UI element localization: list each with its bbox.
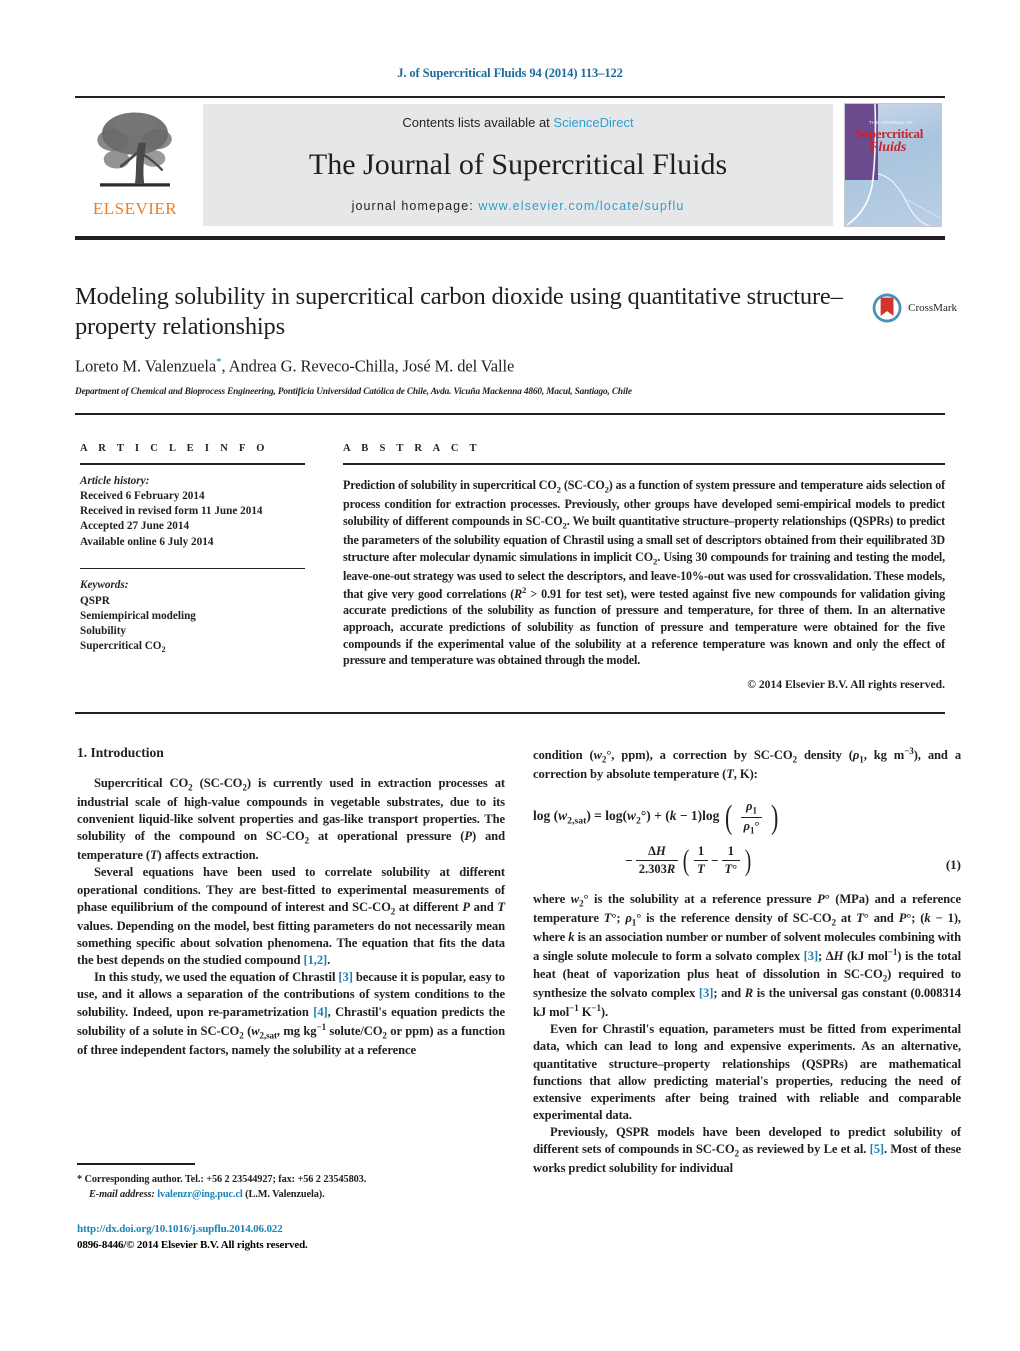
journal-cover-thumbnail[interactable]: THE JOURNAL OF Supercritical Fluids xyxy=(844,103,942,227)
fraction-denominator: ρ1° xyxy=(740,816,763,835)
fraction-denominator: 2.303R xyxy=(635,860,679,877)
running-head: J. of Supercritical Fluids 94 (2014) 113… xyxy=(397,66,623,80)
footnote-corresponding-line: * Corresponding author. Tel.: +56 2 2354… xyxy=(77,1173,367,1185)
keywords-label: Keywords: xyxy=(80,579,129,592)
abstract-copyright: © 2014 Elsevier B.V. All rights reserved… xyxy=(747,677,945,691)
elsevier-wordmark: ELSEVIER xyxy=(92,199,178,218)
abstract-column: A B S T R A C T Prediction of solubility… xyxy=(343,443,945,691)
body-paragraph: Previously, QSPR models have been develo… xyxy=(533,1125,961,1176)
section-heading-introduction: 1. Introduction xyxy=(77,745,164,760)
equation-minus-sign: − xyxy=(625,852,633,868)
fraction-denominator: T° xyxy=(721,860,741,877)
article-history-label: Article history: xyxy=(80,474,150,487)
equation-line-1: log (w2,sat) = log(w2°) + (k − 1)log ( ρ… xyxy=(533,799,961,835)
paren-close-icon: ) xyxy=(770,798,779,836)
crossmark-label: CrossMark xyxy=(908,302,957,314)
article-history-group: Article history: Received 6 February 201… xyxy=(80,474,305,550)
email-owner: (L.M. Valenzuela). xyxy=(245,1188,325,1200)
issn-copyright-line: 0896-8446/© 2014 Elsevier B.V. All right… xyxy=(77,1238,308,1251)
contents-prefix: Contents lists available at xyxy=(402,115,554,130)
history-item: Accepted 27 June 2014 xyxy=(80,520,190,533)
elsevier-logo-block: ELSEVIER xyxy=(75,104,195,226)
body-column-right: condition (w2°, ppm), a correction by SC… xyxy=(533,745,961,1178)
abstract-rule xyxy=(343,463,945,465)
keywords-group: Keywords: QSPR Semiempirical modeling So… xyxy=(80,578,305,656)
paren-open-icon: ( xyxy=(724,798,733,836)
rule-under-abstract xyxy=(75,712,945,714)
history-item: Available online 6 July 2014 xyxy=(80,535,214,548)
abstract-heading: A B S T R A C T xyxy=(343,443,481,454)
doi-block: http://dx.doi.org/10.1016/j.supflu.2014.… xyxy=(77,1222,505,1254)
journal-band: Contents lists available at ScienceDirec… xyxy=(203,104,833,226)
journal-title: The Journal of Supercritical Fluids xyxy=(308,147,728,181)
rule-under-title xyxy=(75,413,945,415)
fraction-denominator: T xyxy=(694,860,708,877)
keywords-rule xyxy=(80,567,305,570)
author-list: Loreto M. Valenzuela*, Andrea G. Reveco-… xyxy=(75,356,515,376)
article-info-rule xyxy=(80,463,305,465)
body-paragraph: Several equations have been used to corr… xyxy=(77,865,505,968)
abstract-text: Prediction of solubility in supercritica… xyxy=(343,477,946,668)
fraction-numerator: ρ1 xyxy=(746,799,757,816)
footnote-email-line: E-mail address: lvalenzr@ing.puc.cl (L.M… xyxy=(77,1188,505,1203)
journal-homepage-link[interactable]: www.elsevier.com/locate/supflu xyxy=(478,199,684,213)
history-item: Received 6 February 2014 xyxy=(80,489,205,502)
doi-link[interactable]: http://dx.doi.org/10.1016/j.supflu.2014.… xyxy=(77,1222,505,1238)
cover-line3: Fluids xyxy=(869,140,907,155)
keyword-item: QSPR xyxy=(80,594,110,607)
page-title: Modeling solubility in supercritical car… xyxy=(75,283,843,341)
article-info-heading: A R T I C L E I N F O xyxy=(80,443,269,454)
affiliation: Department of Chemical and Bioprocess En… xyxy=(75,386,632,397)
keyword-item: Semiempirical modeling xyxy=(80,609,196,622)
contents-lists-line: Contents lists available at ScienceDirec… xyxy=(203,115,833,130)
inverse-reference-temperature-fraction: 1 T° xyxy=(721,844,741,877)
equation-lhs: log (w2,sat) = log(w2°) + (k − 1)log xyxy=(533,808,720,828)
body-paragraph: Even for Chrastil's equation, parameters… xyxy=(533,1022,961,1123)
email-link[interactable]: lvalenzr@ing.puc.cl xyxy=(157,1189,243,1200)
title-block: Modeling solubility in supercritical car… xyxy=(75,282,865,397)
fraction-numerator: ΔH xyxy=(648,844,666,859)
masthead-bottom-rule xyxy=(75,236,945,240)
journal-homepage-line: journal homepage: www.elsevier.com/locat… xyxy=(203,199,833,213)
corresponding-author-footnote: * Corresponding author. Tel.: +56 2 2354… xyxy=(77,1163,505,1202)
paper-page: J. of Supercritical Fluids 94 (2014) 113… xyxy=(0,0,1020,1351)
equation-line-2: − ΔH 2.303R ( 1 T − 1 T° ) xyxy=(533,844,961,877)
footnote-rule xyxy=(77,1163,195,1165)
paren-open-icon: ( xyxy=(682,843,690,877)
keyword-item: Solubility xyxy=(80,625,127,638)
enthalpy-fraction: ΔH 2.303R xyxy=(635,844,679,877)
elsevier-tree-icon xyxy=(97,112,172,187)
article-info-column: A R T I C L E I N F O Article history: R… xyxy=(80,443,305,656)
body-paragraph: Supercritical CO2 (SC-CO2) is currently … xyxy=(77,776,505,863)
cover-line1: THE JOURNAL OF xyxy=(869,120,914,125)
journal-cover-block: THE JOURNAL OF Supercritical Fluids xyxy=(841,103,945,227)
body-column-left: 1. Introduction Supercritical CO2 (SC-CO… xyxy=(77,745,505,1059)
paren-close-icon: ) xyxy=(744,843,752,877)
inverse-temperature-fraction: 1 T xyxy=(694,844,708,877)
body-paragraph-continued: condition (w2°, ppm), a correction by SC… xyxy=(533,746,962,782)
body-paragraph: where w2° is the solubility at a referen… xyxy=(533,892,961,1019)
crossmark-badge[interactable]: CrossMark xyxy=(871,287,957,329)
sciencedirect-link[interactable]: ScienceDirect xyxy=(553,115,633,130)
equation-1: log (w2,sat) = log(w2°) + (k − 1)log ( ρ… xyxy=(533,799,961,877)
keyword-item: Supercritical CO2 xyxy=(80,640,166,655)
journal-masthead: ELSEVIER Contents lists available at Sci… xyxy=(75,96,945,227)
crossmark-icon xyxy=(872,293,902,323)
homepage-prefix: journal homepage: xyxy=(351,199,479,213)
email-address-label: E-mail address: xyxy=(89,1188,155,1200)
fraction-numerator: 1 xyxy=(697,844,705,859)
history-item: Received in revised form 11 June 2014 xyxy=(80,505,263,518)
body-paragraph: In this study, we used the equation of C… xyxy=(77,970,505,1057)
density-ratio-fraction: ρ1 ρ1° xyxy=(740,799,763,835)
equation-minus-sign-2: − xyxy=(710,852,719,868)
equation-number: (1) xyxy=(945,857,961,873)
fraction-numerator: 1 xyxy=(727,844,734,859)
